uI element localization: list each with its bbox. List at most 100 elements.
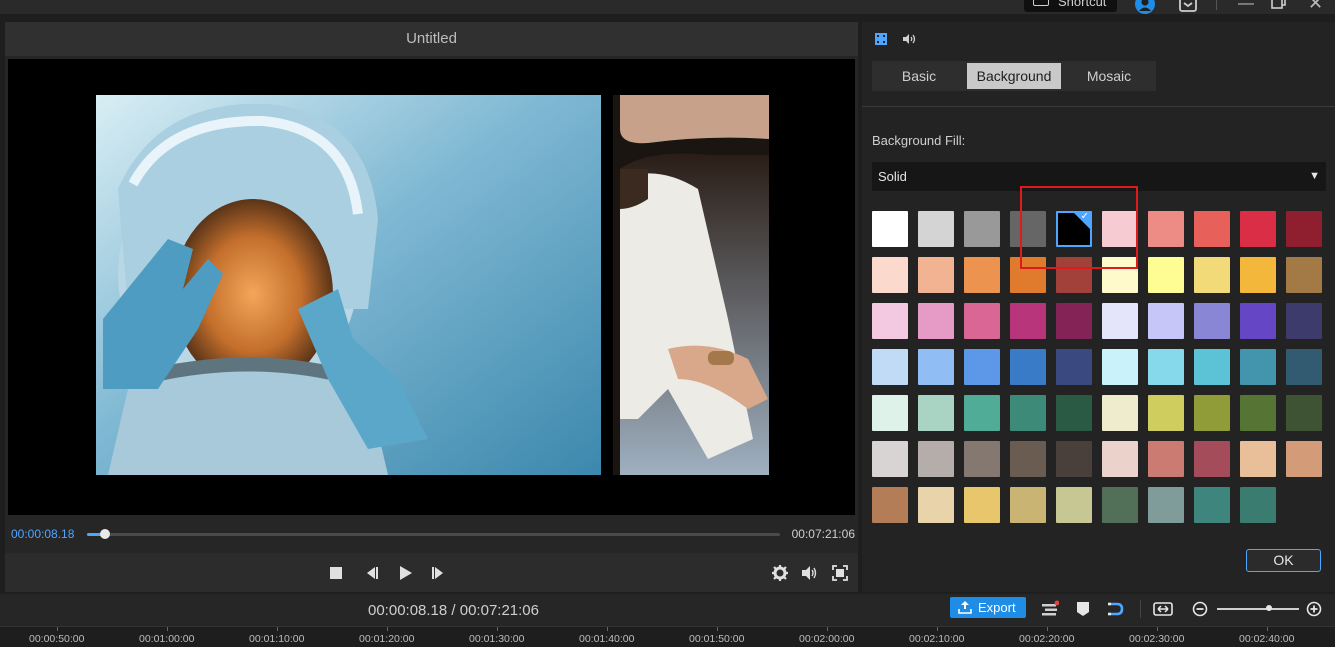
marker-icon[interactable] <box>1074 600 1092 618</box>
color-swatch[interactable] <box>1194 257 1230 293</box>
color-swatch[interactable] <box>964 211 1000 247</box>
restore-icon[interactable] <box>1270 0 1288 11</box>
shortcut-button[interactable]: Shortcut <box>1024 0 1117 12</box>
tab-basic[interactable]: Basic <box>872 61 966 91</box>
color-swatch[interactable] <box>964 303 1000 339</box>
next-frame-icon[interactable] <box>430 564 448 582</box>
color-swatch[interactable] <box>1286 441 1322 477</box>
color-swatch[interactable] <box>1148 395 1184 431</box>
color-swatch[interactable] <box>1194 395 1230 431</box>
color-swatch[interactable] <box>1010 487 1046 523</box>
fit-icon[interactable] <box>1153 600 1173 618</box>
color-swatch[interactable] <box>1286 303 1322 339</box>
color-swatch[interactable] <box>1010 257 1046 293</box>
zoom-slider-handle[interactable] <box>1266 605 1272 611</box>
color-swatch[interactable] <box>1148 303 1184 339</box>
color-swatch[interactable] <box>1102 303 1138 339</box>
tab-mosaic[interactable]: Mosaic <box>1062 61 1156 91</box>
download-icon[interactable] <box>1177 0 1199 14</box>
audio-icon[interactable] <box>902 32 918 46</box>
fullscreen-icon[interactable] <box>831 564 849 582</box>
progress-handle[interactable] <box>100 529 111 539</box>
zoom-out-icon[interactable] <box>1191 600 1209 618</box>
color-swatch[interactable] <box>1148 487 1184 523</box>
zoom-slider[interactable] <box>1217 608 1299 610</box>
video-icon[interactable] <box>874 32 888 46</box>
color-swatch[interactable] <box>1240 303 1276 339</box>
color-swatch[interactable] <box>872 441 908 477</box>
color-swatch[interactable] <box>1148 441 1184 477</box>
color-swatch[interactable] <box>1102 395 1138 431</box>
color-swatch[interactable] <box>1194 349 1230 385</box>
color-swatch[interactable]: ✓ <box>1056 211 1092 247</box>
color-swatch[interactable] <box>1102 257 1138 293</box>
color-swatch[interactable] <box>1194 211 1230 247</box>
color-swatch[interactable] <box>918 257 954 293</box>
color-swatch[interactable] <box>1240 395 1276 431</box>
volume-icon[interactable] <box>800 564 818 582</box>
fill-mode-select[interactable]: Solid ▼ <box>872 162 1326 191</box>
tracks-icon[interactable] <box>1041 600 1059 618</box>
color-swatch[interactable] <box>1194 487 1230 523</box>
magnet-icon[interactable] <box>1107 600 1125 618</box>
color-swatch[interactable] <box>964 257 1000 293</box>
color-swatch[interactable] <box>1148 211 1184 247</box>
play-icon[interactable] <box>396 564 414 582</box>
color-swatch[interactable] <box>918 395 954 431</box>
color-swatch[interactable] <box>872 257 908 293</box>
color-swatch[interactable] <box>1240 211 1276 247</box>
color-swatch[interactable] <box>1102 441 1138 477</box>
color-swatch[interactable] <box>1010 395 1046 431</box>
color-swatch[interactable] <box>1056 303 1092 339</box>
color-swatch[interactable] <box>872 211 908 247</box>
color-swatch[interactable] <box>1010 303 1046 339</box>
prev-frame-icon[interactable] <box>362 564 380 582</box>
color-swatch[interactable] <box>1148 349 1184 385</box>
color-swatch[interactable] <box>872 395 908 431</box>
settings-icon[interactable] <box>771 564 789 582</box>
color-swatch[interactable] <box>964 349 1000 385</box>
color-swatch[interactable] <box>918 349 954 385</box>
color-swatch[interactable] <box>872 487 908 523</box>
color-swatch[interactable] <box>1056 395 1092 431</box>
stop-icon[interactable] <box>327 564 345 582</box>
zoom-in-icon[interactable] <box>1305 600 1323 618</box>
color-swatch[interactable] <box>1102 349 1138 385</box>
color-swatch[interactable] <box>1286 211 1322 247</box>
color-swatch[interactable] <box>1240 349 1276 385</box>
color-swatch[interactable] <box>1148 257 1184 293</box>
color-swatch[interactable] <box>872 349 908 385</box>
color-swatch[interactable] <box>918 487 954 523</box>
color-swatch[interactable] <box>1240 441 1276 477</box>
color-swatch[interactable] <box>1102 211 1138 247</box>
color-swatch[interactable] <box>918 303 954 339</box>
color-swatch[interactable] <box>964 395 1000 431</box>
export-button[interactable]: Export <box>950 597 1026 618</box>
color-swatch[interactable] <box>964 441 1000 477</box>
color-swatch[interactable] <box>918 211 954 247</box>
color-swatch[interactable] <box>1194 441 1230 477</box>
color-swatch[interactable] <box>872 303 908 339</box>
color-swatch[interactable] <box>1056 349 1092 385</box>
color-swatch[interactable] <box>1240 487 1276 523</box>
color-swatch[interactable] <box>1010 441 1046 477</box>
color-swatch[interactable] <box>1010 211 1046 247</box>
color-swatch[interactable] <box>1286 395 1322 431</box>
account-icon[interactable] <box>1134 0 1156 14</box>
video-canvas[interactable] <box>8 59 855 515</box>
color-swatch[interactable] <box>1056 257 1092 293</box>
color-swatch[interactable] <box>1286 349 1322 385</box>
color-swatch[interactable] <box>1240 257 1276 293</box>
color-swatch[interactable] <box>918 441 954 477</box>
color-swatch[interactable] <box>1286 257 1322 293</box>
timeline-ruler[interactable]: 00:00:50:00 00:01:00:00 00:01:10:00 00:01:2… <box>0 626 1335 647</box>
tab-background[interactable]: Background <box>967 63 1061 89</box>
color-swatch[interactable] <box>1056 441 1092 477</box>
color-swatch[interactable] <box>1102 487 1138 523</box>
close-icon[interactable]: ✕ <box>1308 0 1323 12</box>
progress-track[interactable] <box>87 529 780 539</box>
ok-button[interactable]: OK <box>1246 549 1321 572</box>
color-swatch[interactable] <box>1056 487 1092 523</box>
color-swatch[interactable] <box>1194 303 1230 339</box>
color-swatch[interactable] <box>1010 349 1046 385</box>
